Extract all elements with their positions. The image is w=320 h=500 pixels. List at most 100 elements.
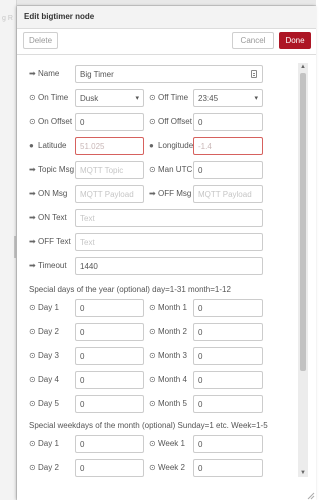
- tag-icon: ➡: [149, 189, 156, 198]
- day-label: ⊙ Day 5: [29, 399, 59, 408]
- on-time-select[interactable]: Dusk: [75, 89, 144, 107]
- off-msg-label: ➡ OFF Msg: [149, 189, 192, 198]
- done-button[interactable]: Done: [279, 32, 311, 49]
- day-label: ⊙ Day 1: [29, 303, 59, 312]
- tray-title: Edit bigtimer node: [17, 6, 316, 29]
- scroll-up-arrow-icon[interactable]: ▲: [298, 63, 308, 71]
- on-text-row: ➡ ON Text Text: [29, 209, 269, 227]
- globe-icon: ●: [149, 141, 154, 150]
- clock-icon: ⊙: [149, 351, 156, 360]
- day-input[interactable]: 0: [75, 323, 144, 341]
- globe-icon: ●: [29, 141, 34, 150]
- latitude-input[interactable]: 51.025: [75, 137, 144, 155]
- week-label: ⊙ Week 2: [149, 463, 185, 472]
- day-label: ⊙ Day 3: [29, 351, 59, 360]
- month-label: ⊙ Month 2: [149, 327, 187, 336]
- clock-icon: ⊙: [29, 327, 36, 336]
- scrollbar-thumb[interactable]: [300, 73, 306, 371]
- on-text-input[interactable]: Text: [75, 209, 263, 227]
- timeout-input[interactable]: 1440: [75, 257, 263, 275]
- day-input[interactable]: 0: [75, 395, 144, 413]
- month-label: ⊙ Month 4: [149, 375, 187, 384]
- clock-icon: ⊙: [29, 303, 36, 312]
- month-input[interactable]: 0: [193, 323, 263, 341]
- clock-icon: ⊙: [149, 117, 156, 126]
- special-day-row: ⊙ Day 5 0 ⊙ Month 5 0: [29, 395, 269, 413]
- msg-row: ➡ ON Msg MQTT Payload ➡ OFF Msg MQTT Pay…: [29, 185, 269, 203]
- sidebar-resize-handle[interactable]: [14, 236, 16, 258]
- topic-row: ➡ Topic Msg MQTT Topic ⊙ Man UTC 0: [29, 161, 269, 179]
- special-day-row: ⊙ Day 3 0 ⊙ Month 3 0: [29, 347, 269, 365]
- edit-tray: Edit bigtimer node Delete Cancel Done ➡ …: [17, 6, 316, 500]
- day-label: ⊙ Day 4: [29, 375, 59, 384]
- day-input[interactable]: 0: [75, 371, 144, 389]
- location-row: ● Latitude 51.025 ● Longitude -1.4: [29, 137, 269, 155]
- cancel-button[interactable]: Cancel: [232, 32, 274, 49]
- clock-icon: ⊙: [149, 439, 156, 448]
- off-text-label: ➡ OFF Text: [29, 237, 71, 246]
- clock-icon: ⊙: [149, 165, 156, 174]
- special-day-row: ⊙ Day 2 0 ⊙ Month 2 0: [29, 323, 269, 341]
- longitude-input[interactable]: -1.4: [193, 137, 263, 155]
- name-label: ➡ Name: [29, 69, 60, 78]
- day-input[interactable]: 0: [75, 347, 144, 365]
- day-input[interactable]: 0: [75, 299, 144, 317]
- topic-msg-label: ➡ Topic Msg: [29, 165, 75, 174]
- clock-icon: ⊙: [149, 399, 156, 408]
- clock-icon: ⊙: [29, 463, 36, 472]
- off-offset-input[interactable]: 0: [193, 113, 263, 131]
- clock-icon: ⊙: [29, 399, 36, 408]
- tag-icon: ➡: [29, 165, 36, 174]
- month-input[interactable]: 0: [193, 299, 263, 317]
- week-input[interactable]: 0: [193, 435, 263, 453]
- on-offset-label: ⊙ On Offset: [29, 117, 73, 126]
- special-weekday-row: ⊙ Day 2 0 ⊙ Week 2 0: [29, 459, 269, 477]
- month-input[interactable]: 0: [193, 347, 263, 365]
- clock-icon: ⊙: [29, 93, 36, 102]
- tray-toolbar: Delete Cancel Done: [17, 29, 316, 55]
- month-input[interactable]: 0: [193, 395, 263, 413]
- on-time-label: ⊙ On Time: [29, 93, 69, 102]
- clock-icon: ⊙: [149, 463, 156, 472]
- on-offset-input[interactable]: 0: [75, 113, 144, 131]
- week-input[interactable]: 0: [193, 459, 263, 477]
- resize-grip-icon[interactable]: [307, 492, 315, 500]
- document-icon[interactable]: [251, 70, 257, 78]
- day-input[interactable]: 0: [75, 435, 144, 453]
- topic-msg-input[interactable]: MQTT Topic: [75, 161, 144, 179]
- off-text-row: ➡ OFF Text Text: [29, 233, 269, 251]
- off-text-input[interactable]: Text: [75, 233, 263, 251]
- special-weekday-row: ⊙ Day 1 0 ⊙ Week 1 0: [29, 435, 269, 453]
- name-input[interactable]: Big Timer: [75, 65, 263, 83]
- off-msg-input[interactable]: MQTT Payload: [193, 185, 263, 203]
- day-label: ⊙ Day 2: [29, 463, 59, 472]
- month-label: ⊙ Month 3: [149, 351, 187, 360]
- special-day-row: ⊙ Day 4 0 ⊙ Month 4 0: [29, 371, 269, 389]
- day-input[interactable]: 0: [75, 459, 144, 477]
- scroll-down-arrow-icon[interactable]: ▼: [298, 469, 308, 477]
- month-label: ⊙ Month 5: [149, 399, 187, 408]
- on-text-label: ➡ ON Text: [29, 213, 67, 222]
- month-input[interactable]: 0: [193, 371, 263, 389]
- background-tab-text: g R: [2, 15, 13, 22]
- man-utc-input[interactable]: 0: [193, 161, 263, 179]
- special-day-row: ⊙ Day 1 0 ⊙ Month 1 0: [29, 299, 269, 317]
- tag-icon: ➡: [29, 261, 36, 270]
- name-row: ➡ Name Big Timer: [29, 65, 269, 83]
- timeout-row: ➡ Timeout 1440: [29, 257, 269, 275]
- clock-icon: ⊙: [29, 439, 36, 448]
- clock-icon: ⊙: [149, 375, 156, 384]
- day-label: ⊙ Day 2: [29, 327, 59, 336]
- off-time-select[interactable]: 23:45: [193, 89, 263, 107]
- tag-icon: ➡: [29, 189, 36, 198]
- form-scrollbar[interactable]: ▲ ▼: [298, 63, 308, 477]
- tag-icon: ➡: [29, 237, 36, 246]
- latitude-label: ● Latitude: [29, 141, 67, 150]
- off-offset-label: ⊙ Off Offset: [149, 117, 192, 126]
- tag-icon: ➡: [29, 69, 36, 78]
- delete-button[interactable]: Delete: [23, 32, 58, 49]
- on-msg-input[interactable]: MQTT Payload: [75, 185, 144, 203]
- clock-icon: ⊙: [149, 93, 156, 102]
- clock-icon: ⊙: [29, 375, 36, 384]
- clock-icon: ⊙: [149, 327, 156, 336]
